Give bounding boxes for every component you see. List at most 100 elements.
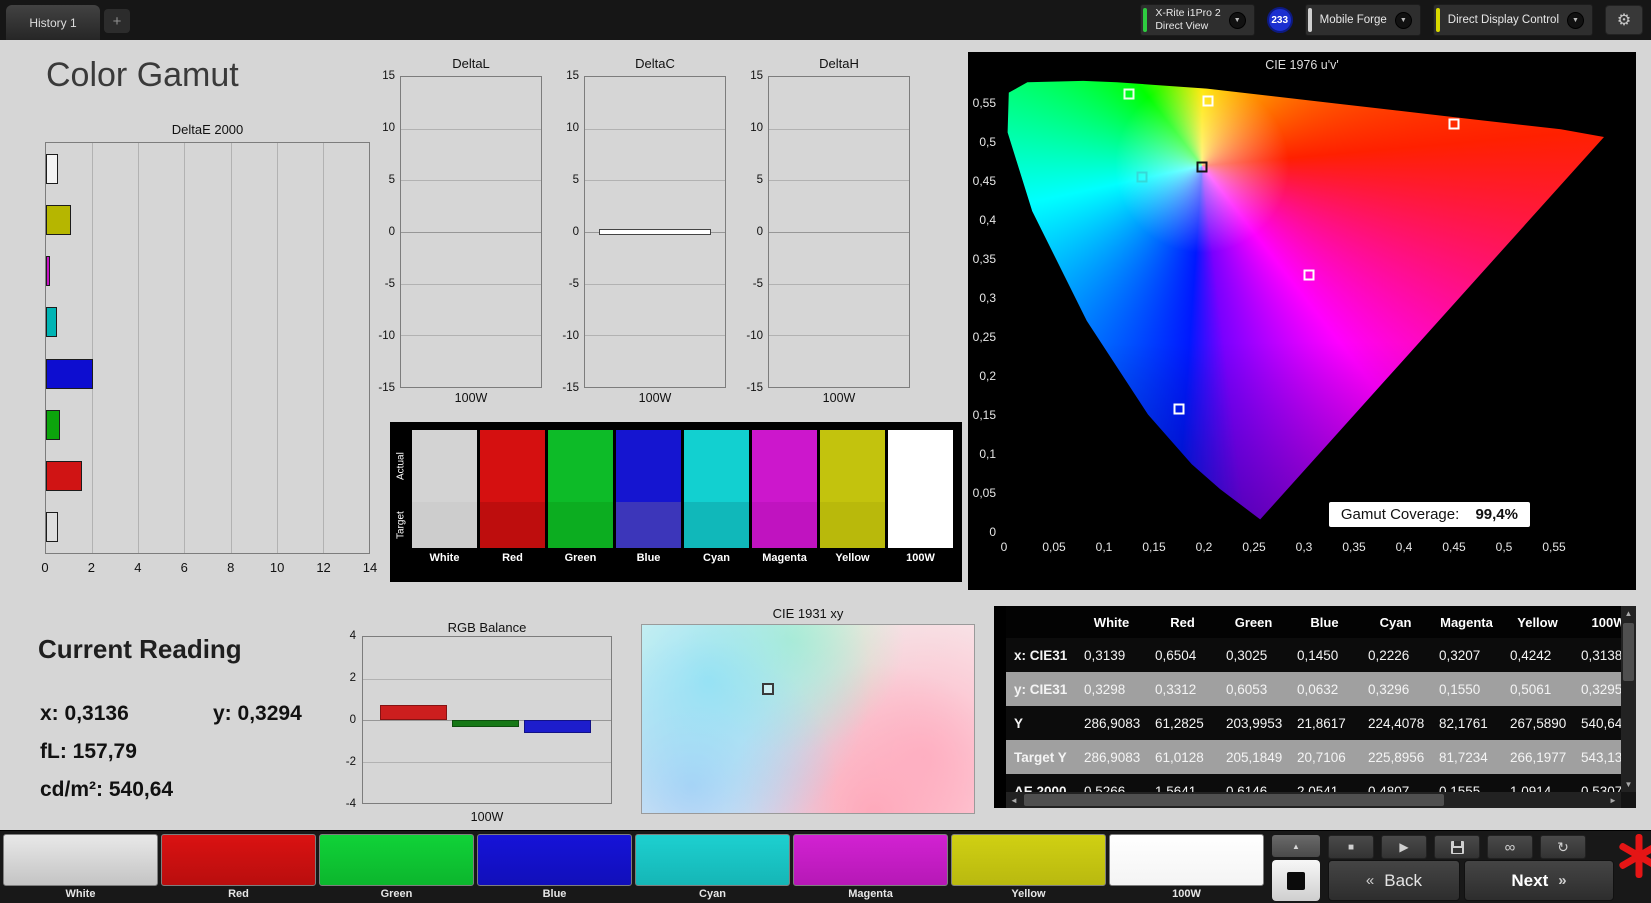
pattern-label: White bbox=[65, 888, 96, 900]
cell: 61,2825 bbox=[1155, 715, 1204, 731]
actual-swatch bbox=[616, 430, 681, 502]
measurement-table: White Red Green Blue Cyan Magenta Yellow 100W x… bbox=[994, 606, 1636, 808]
actual-swatch bbox=[548, 430, 613, 502]
axis-tick-label: 5 bbox=[388, 174, 395, 186]
axis-tick-label: 8 bbox=[227, 560, 235, 575]
gridline bbox=[92, 143, 94, 553]
cell: 0,2226 bbox=[1368, 647, 1410, 663]
column-header: Blue bbox=[1310, 614, 1339, 630]
cell: 0,3025 bbox=[1226, 647, 1268, 663]
scroll-left-arrow[interactable]: ◄ bbox=[1006, 792, 1022, 808]
collapse-button[interactable]: ▲ bbox=[1272, 835, 1320, 857]
gridline bbox=[769, 283, 909, 285]
stop-button[interactable]: ■ bbox=[1328, 835, 1374, 859]
axis-tick-label: 14 bbox=[362, 560, 378, 575]
chart-title-cie31: CIE 1931 xy bbox=[772, 606, 844, 621]
x-axis-label: 100W bbox=[638, 391, 672, 405]
next-button[interactable]: Next » bbox=[1464, 860, 1614, 901]
scroll-down-arrow[interactable]: ▼ bbox=[1621, 777, 1636, 792]
axis-tick-label: 12 bbox=[316, 560, 331, 575]
actual-row-label: Actual bbox=[395, 452, 407, 480]
horizontal-scroll-thumb[interactable] bbox=[1024, 794, 1444, 806]
target-swatch bbox=[888, 502, 953, 548]
swatch-column-100w: 100W bbox=[888, 430, 953, 568]
axis-tick-label: 0,05 bbox=[972, 486, 996, 501]
new-tab-button[interactable]: + bbox=[104, 9, 130, 33]
back-button[interactable]: « Back bbox=[1328, 860, 1460, 901]
pattern-label: Blue bbox=[542, 888, 567, 900]
axis-tick-label: -15 bbox=[378, 382, 395, 394]
gamut-coverage-readout: Gamut Coverage: 99,4% bbox=[1328, 502, 1530, 527]
actual-swatch bbox=[820, 430, 885, 502]
pattern-label: Green bbox=[380, 888, 413, 900]
delta-e-plot bbox=[45, 142, 370, 554]
vertical-scroll-thumb[interactable] bbox=[1623, 623, 1634, 681]
gridline bbox=[769, 180, 909, 182]
display-control-selector[interactable]: Direct Display Control ▼ bbox=[1432, 4, 1593, 36]
gridline bbox=[322, 143, 324, 553]
actual-swatch bbox=[480, 430, 545, 502]
continuous-read-button[interactable]: ∞ bbox=[1487, 835, 1533, 859]
gridline bbox=[138, 143, 140, 553]
chevron-down-icon[interactable]: ▼ bbox=[1567, 11, 1584, 29]
chart-body: 15 10 5 0 -5 -10 -15 bbox=[374, 70, 542, 394]
axis-tick-label: 0,15 bbox=[1142, 540, 1166, 554]
target-swatch bbox=[480, 502, 545, 548]
actual-target-strip: Actual Target White Red Green Blue Cyan Magen… bbox=[390, 422, 962, 582]
axis-tick-label: 0,5 bbox=[1495, 540, 1513, 554]
target-swatch bbox=[752, 502, 817, 548]
table-row[interactable]: Target Y 286,9083 61,0128 205,1849 20,7106 22… bbox=[1006, 740, 1621, 774]
horizontal-scrollbar[interactable]: ◄ ► bbox=[1006, 792, 1621, 808]
pattern-button-magenta[interactable]: Magenta bbox=[793, 834, 948, 900]
scroll-up-arrow[interactable]: ▲ bbox=[1621, 606, 1636, 621]
cell: 203,9953 bbox=[1226, 715, 1283, 731]
pattern-color bbox=[3, 834, 158, 886]
chevron-down-icon[interactable]: ▼ bbox=[1394, 11, 1412, 29]
cell: 0,3298 bbox=[1084, 681, 1126, 697]
pattern-button-blue[interactable]: Blue bbox=[477, 834, 632, 900]
pattern-button-red[interactable]: Red bbox=[161, 834, 316, 900]
swatch-label: Cyan bbox=[703, 552, 730, 564]
cell: 0,3296 bbox=[1368, 681, 1410, 697]
pattern-button-100w[interactable]: 100W bbox=[1109, 834, 1264, 900]
gridline bbox=[401, 335, 541, 337]
meter-count-badge[interactable]: 233 bbox=[1266, 7, 1293, 33]
pattern-source-selector[interactable]: Mobile Forge ▼ bbox=[1304, 4, 1421, 36]
settings-button[interactable]: ⚙ bbox=[1605, 5, 1643, 35]
save-button[interactable] bbox=[1434, 835, 1480, 859]
chart-title: DeltaC bbox=[635, 56, 675, 71]
pattern-button-yellow[interactable]: Yellow bbox=[951, 834, 1106, 900]
tab-history-1[interactable]: History 1 bbox=[6, 5, 100, 40]
cell: 20,7106 bbox=[1297, 749, 1346, 765]
axis-tick-label: -5 bbox=[752, 278, 763, 290]
gridline bbox=[769, 128, 909, 130]
axis-tick-label: 0 bbox=[41, 560, 49, 575]
axis-tick-label: 15 bbox=[382, 70, 395, 82]
cell: 0,1555 bbox=[1439, 783, 1481, 793]
gridline bbox=[769, 232, 909, 233]
table-row[interactable]: y: CIE31 0,3298 0,3312 0,6053 0,0632 0,3296 0,… bbox=[1006, 672, 1621, 706]
cell: 0,3312 bbox=[1155, 681, 1197, 697]
vertical-scrollbar[interactable]: ▲ ▼ bbox=[1621, 606, 1636, 792]
pattern-button-green[interactable]: Green bbox=[319, 834, 474, 900]
chevron-down-icon[interactable]: ▼ bbox=[1228, 11, 1246, 29]
actual-swatch bbox=[888, 430, 953, 502]
cie76-yticks: 0 0,05 0,1 0,15 0,2 0,25 0,3 0,35 0,4 0,45 0,5 0,55 bbox=[968, 80, 1000, 539]
pattern-window-button[interactable] bbox=[1272, 860, 1320, 901]
pattern-button-white[interactable]: White bbox=[3, 834, 158, 900]
plus-icon: + bbox=[112, 12, 122, 30]
table-row[interactable]: x: CIE31 0,3139 0,6504 0,3025 0,1450 0,2226 0,… bbox=[1006, 638, 1621, 672]
scroll-right-arrow[interactable]: ► bbox=[1605, 792, 1621, 808]
play-button[interactable]: ▶ bbox=[1381, 835, 1427, 859]
meter-selector[interactable]: X-Rite i1Pro 2 Direct View ▼ bbox=[1140, 4, 1255, 36]
chevrons-left-icon: « bbox=[1365, 872, 1375, 889]
axis-tick-label: -5 bbox=[568, 278, 579, 290]
cell: 0,3207 bbox=[1439, 647, 1481, 663]
refresh-button[interactable]: ↻ bbox=[1540, 835, 1586, 859]
table-row[interactable]: Y 286,9083 61,2825 203,9953 21,8617 224,4078 8… bbox=[1006, 706, 1621, 740]
axis-tick-label: 0,25 bbox=[1242, 540, 1266, 554]
table-row[interactable]: ΔE 2000 0,5266 1,5641 0,6146 2,0541 0,4807 0,1… bbox=[1006, 774, 1621, 792]
pattern-button-cyan[interactable]: Cyan bbox=[635, 834, 790, 900]
column-header: Magenta bbox=[1440, 614, 1493, 630]
infinity-icon: ∞ bbox=[1504, 838, 1516, 856]
